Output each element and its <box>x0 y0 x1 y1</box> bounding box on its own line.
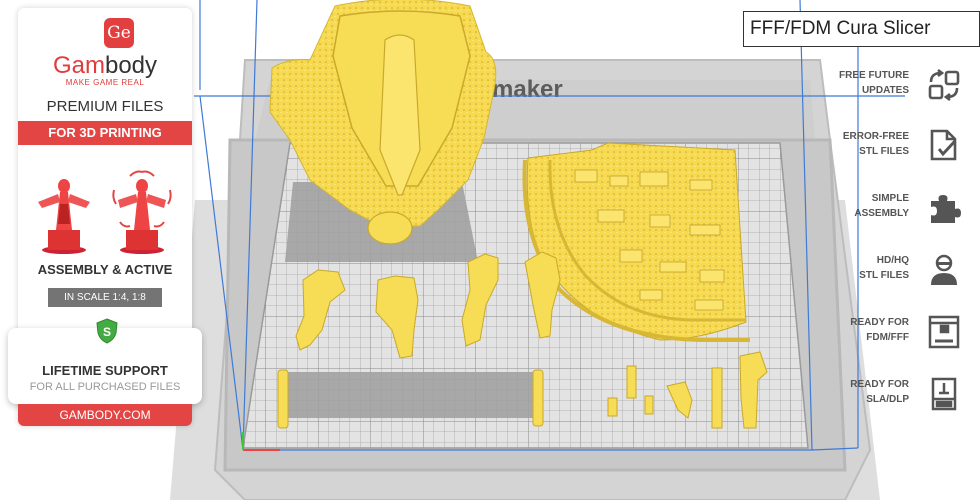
feature-line2: SLA/DLP <box>866 394 909 405</box>
gambody-logo-icon: Ge <box>104 18 134 48</box>
assembly-active-label: ASSEMBLY & ACTIVE <box>37 262 173 277</box>
feature-line1: HD/HQ <box>876 255 909 266</box>
premium-files-label: PREMIUM FILES <box>46 98 164 115</box>
file-check-icon <box>930 129 957 161</box>
feature-line2: STL FILES <box>859 146 909 157</box>
shield-letter: S <box>103 325 111 339</box>
feature-label: READY FOR FDM/FFF <box>850 315 909 345</box>
promo-panel: Ge Gambody MAKE GAME REAL PREMIUM FILES … <box>8 8 202 426</box>
for-3d-printing-banner: FOR 3D PRINTING <box>18 121 192 145</box>
update-arrows-icon <box>928 68 960 102</box>
feature-label: FREE FUTURE UPDATES <box>839 68 909 98</box>
person-hq-icon <box>931 254 957 285</box>
sla-printer-icon <box>931 377 957 411</box>
feature-error-free: ERROR-FREE STL FILES <box>731 127 971 167</box>
fdm-printer-icon <box>928 315 960 349</box>
feature-label: READY FOR SLA/DLP <box>850 377 909 407</box>
printer-brand-label: maker <box>492 76 563 103</box>
lifetime-support-card: S LIFETIME SUPPORT FOR ALL PURCHASED FIL… <box>8 318 202 404</box>
figure-static-icon <box>38 179 90 254</box>
feature-updates: FREE FUTURE UPDATES <box>731 66 971 106</box>
feature-fdm: READY FOR FDM/FFF <box>731 313 971 353</box>
feature-label: ERROR-FREE STL FILES <box>843 129 909 159</box>
scale-badge: IN SCALE 1:4, 1:8 <box>48 288 162 307</box>
feature-label: SIMPLE ASSEMBLY <box>854 191 909 221</box>
feature-line1: SIMPLE <box>871 193 909 204</box>
feature-line1: READY FOR <box>850 317 909 328</box>
feature-sla: READY FOR SLA/DLP <box>731 375 971 415</box>
feature-line2: STL FILES <box>859 270 909 281</box>
puzzle-icon <box>931 195 961 223</box>
figure-articulated-icon <box>112 170 172 254</box>
all-purchased-label: FOR ALL PURCHASED FILES <box>29 381 181 393</box>
feature-line1: READY FOR <box>850 379 909 390</box>
brand-name-part1: Gam <box>52 52 105 79</box>
feature-line2: ASSEMBLY <box>854 208 909 219</box>
feature-line2: FDM/FFF <box>866 332 909 343</box>
slicer-title: FFF/FDM Cura Slicer <box>743 11 980 47</box>
feature-line1: FREE FUTURE <box>839 70 909 81</box>
feature-label: HD/HQ STL FILES <box>859 253 909 283</box>
lifetime-support-label: LIFETIME SUPPORT <box>42 363 168 378</box>
feature-assembly: SIMPLE ASSEMBLY <box>731 189 971 229</box>
brand-name-part2: body <box>104 52 158 79</box>
feature-line1: ERROR-FREE <box>842 131 909 142</box>
shield-icon: S <box>96 318 118 344</box>
brand-name: Gambody <box>18 52 192 80</box>
site-link[interactable]: GAMBODY.COM <box>18 404 192 426</box>
feature-hd-hq: HD/HQ STL FILES <box>731 251 971 291</box>
brand-tagline: MAKE GAME REAL <box>65 78 145 87</box>
feature-line2: UPDATES <box>861 85 909 96</box>
